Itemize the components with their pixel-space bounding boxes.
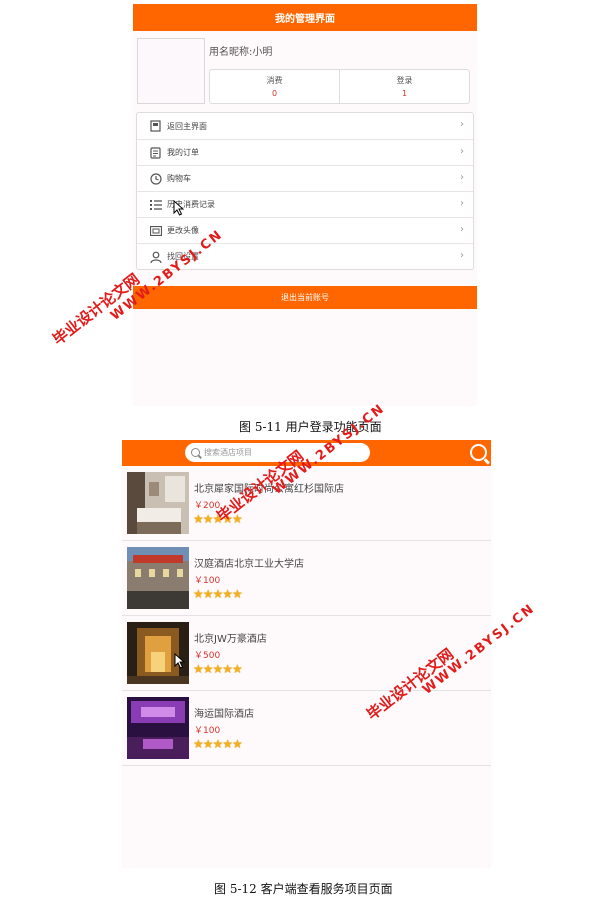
chevron-right-icon: › [460, 198, 464, 209]
hotel-price: ￥100 [194, 576, 221, 586]
mouse-cursor-icon [174, 653, 185, 669]
chevron-right-icon: › [460, 250, 464, 261]
rating-stars: ★★★★★ [193, 662, 243, 676]
hotel-list-item[interactable]: 北京犀家国际时尚公寓红杉国际店 ￥200 ★★★★★ [122, 466, 491, 541]
stat-label: 登录 [396, 76, 413, 85]
stat-login: 登录 1 [339, 70, 469, 103]
hotel-price: ￥100 [194, 726, 221, 736]
hotel-name: 海运国际酒店 [194, 709, 254, 720]
account-menu: 返回主界面 › 我的订单 › 购物车 › 历史消费记录 › 更改头像 › 找回设… [136, 112, 474, 270]
menu-item-label: 我的订单 [167, 148, 199, 157]
hotel-list-item[interactable]: 汉庭酒店北京工业大学店 ￥100 ★★★★★ [122, 541, 491, 616]
menu-item-label: 更改头像 [167, 226, 199, 235]
menu-item-avatar[interactable]: 更改头像 › [137, 217, 473, 243]
chevron-right-icon: › [460, 172, 464, 183]
search-placeholder: 搜索酒店项目 [204, 448, 252, 457]
avatar[interactable] [137, 38, 205, 104]
clock-icon [149, 172, 162, 185]
menu-item-home[interactable]: 返回主界面 › [137, 113, 473, 139]
logout-button[interactable]: 退出当前账号 [133, 286, 477, 309]
menu-item-cart[interactable]: 购物车 › [137, 165, 473, 191]
chevron-right-icon: › [460, 119, 464, 130]
search-button[interactable] [470, 444, 487, 461]
chevron-right-icon: › [460, 146, 464, 157]
mouse-cursor-icon [173, 200, 184, 216]
search-icon [191, 448, 200, 457]
stat-value: 0 [271, 89, 278, 98]
order-icon [149, 146, 162, 159]
home-icon [149, 120, 162, 133]
hotel-list-item[interactable]: 海运国际酒店 ￥100 ★★★★★ [122, 691, 491, 766]
menu-item-orders[interactable]: 我的订单 › [137, 139, 473, 165]
menu-item-history[interactable]: 历史消费记录 › [137, 191, 473, 217]
menu-item-label: 购物车 [167, 174, 191, 183]
list-icon [149, 198, 162, 211]
page-title: 我的管理界面 [133, 4, 477, 31]
stat-label: 消费 [266, 76, 283, 85]
card-icon [149, 224, 162, 237]
hotel-photo [127, 547, 189, 609]
user-stats: 消费 0 登录 1 [209, 69, 470, 104]
hotel-name: 汉庭酒店北京工业大学店 [194, 559, 304, 570]
chevron-right-icon: › [460, 224, 464, 235]
rating-stars: ★★★★★ [193, 737, 243, 751]
stat-consumption: 消费 0 [210, 70, 339, 103]
rating-stars: ★★★★★ [193, 587, 243, 601]
hotel-price: ￥500 [194, 651, 221, 661]
stat-value: 1 [401, 89, 408, 98]
hotel-photo [127, 697, 189, 759]
hotel-photo [127, 472, 189, 534]
menu-item-label: 返回主界面 [167, 121, 207, 131]
figure-caption: 图 5-12 客户端查看服务项目页面 [214, 882, 393, 896]
user-icon [149, 250, 162, 263]
user-management-screen: 我的管理界面 用名昵称:小明 消费 0 登录 1 返回主界面 › 我的订单 › [133, 4, 477, 406]
hotel-name: 北京JW万豪酒店 [194, 634, 267, 645]
nickname-label: 用名昵称:小明 [209, 47, 273, 58]
